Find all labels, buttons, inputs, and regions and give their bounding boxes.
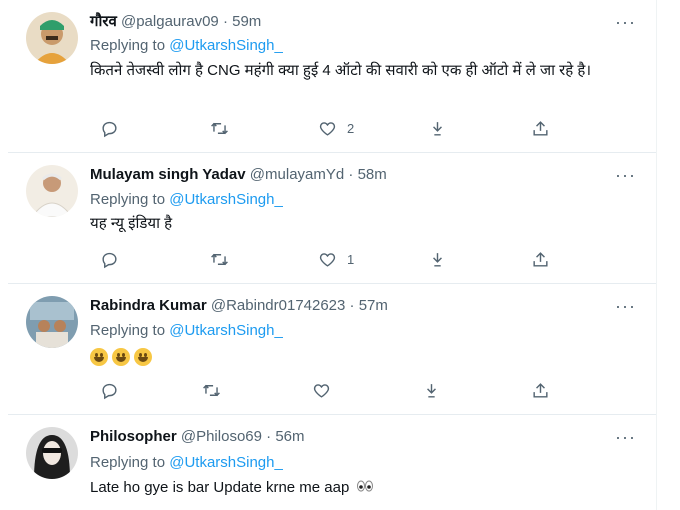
share-icon <box>533 382 548 398</box>
retweet-icon <box>203 384 220 396</box>
tweet[interactable]: Philosopher @Philoso69 · 56m ··· Replyin… <box>8 415 656 510</box>
replying-to-label: Replying to <box>90 191 166 208</box>
download-icon <box>433 252 442 267</box>
separator-dot: · <box>222 13 228 30</box>
username[interactable]: @mulayamYd <box>250 166 344 183</box>
like-icon <box>319 252 336 267</box>
replying-to: Replying to @UtkarshSingh_ <box>90 321 283 341</box>
username[interactable]: @Rabindr01742623 <box>211 297 346 314</box>
right-border <box>656 0 657 510</box>
like-button[interactable]: 1 <box>318 248 354 270</box>
reply-button[interactable] <box>100 379 119 401</box>
share-button[interactable] <box>531 379 550 401</box>
separator-dot: · <box>349 297 355 314</box>
like-button[interactable] <box>312 379 331 401</box>
like-icon <box>313 383 330 398</box>
retweet-icon <box>211 253 228 265</box>
reply-button[interactable] <box>100 248 119 270</box>
replying-to: Replying to @UtkarshSingh_ <box>90 453 283 473</box>
timestamp[interactable]: 57m <box>359 297 388 314</box>
action-bar: 2 <box>90 117 560 139</box>
separator-dot: · <box>266 428 272 445</box>
more-options-icon[interactable]: ··· <box>615 297 636 315</box>
like-count: 1 <box>347 251 355 267</box>
display-name[interactable]: Rabindra Kumar <box>90 297 207 314</box>
tweet-header: Rabindra Kumar @Rabindr01742623 · 57m <box>90 296 388 316</box>
replying-to-label: Replying to <box>90 322 166 339</box>
tweet-header: Philosopher @Philoso69 · 56m <box>90 427 305 447</box>
username[interactable]: @Philoso69 <box>181 428 262 445</box>
tweet-text-content: Late ho gye is bar Update krne me aap <box>90 479 350 496</box>
like-icon <box>319 121 336 136</box>
display-name[interactable]: Mulayam singh Yadav <box>90 166 246 183</box>
tweet-text: कितने तेजस्वी लोग है CNG महंगी क्या हुई … <box>90 62 592 79</box>
share-button[interactable] <box>531 248 550 270</box>
tweet-header: Mulayam singh Yadav @mulayamYd · 58m <box>90 165 387 185</box>
download-icon <box>433 121 442 136</box>
reply-icon <box>102 252 117 268</box>
reply-button[interactable] <box>100 117 119 139</box>
download-button[interactable] <box>422 379 441 401</box>
avatar[interactable] <box>26 12 78 64</box>
tweet-text: यह न्यू इंडिया है <box>90 215 173 232</box>
separator-dot: · <box>348 166 354 183</box>
retweet-button[interactable] <box>210 248 229 270</box>
avatar[interactable] <box>26 165 78 217</box>
tweet[interactable]: गौरव @palgaurav09 · 59m ··· Replying to … <box>8 0 656 152</box>
mention-link[interactable]: @UtkarshSingh_ <box>169 322 283 339</box>
display-name[interactable]: गौरव <box>90 13 117 30</box>
retweet-button[interactable] <box>210 117 229 139</box>
avatar[interactable] <box>26 427 78 479</box>
mention-link[interactable]: @UtkarshSingh_ <box>169 191 283 208</box>
download-button[interactable] <box>428 117 447 139</box>
more-options-icon[interactable]: ··· <box>615 166 636 184</box>
timestamp[interactable]: 56m <box>275 428 304 445</box>
replying-to: Replying to @UtkarshSingh_ <box>90 190 283 210</box>
replying-to-label: Replying to <box>90 37 166 54</box>
mention-link[interactable]: @UtkarshSingh_ <box>169 37 283 54</box>
retweet-icon <box>211 122 228 134</box>
tweet[interactable]: Rabindra Kumar @Rabindr01742623 · 57m ··… <box>8 284 656 414</box>
replying-to-label: Replying to <box>90 454 166 471</box>
like-button[interactable]: 2 <box>318 117 354 139</box>
tweet-text <box>90 345 650 369</box>
share-icon <box>533 251 548 267</box>
avatar[interactable] <box>26 296 78 348</box>
retweet-button[interactable] <box>202 379 221 401</box>
grinning-face-emoji <box>134 348 152 367</box>
grinning-face-emoji <box>112 348 130 367</box>
reply-icon <box>102 383 117 399</box>
display-name[interactable]: Philosopher <box>90 428 177 445</box>
replying-to: Replying to @UtkarshSingh_ <box>90 36 283 56</box>
more-options-icon[interactable]: ··· <box>615 13 636 31</box>
share-button[interactable] <box>531 117 550 139</box>
grinning-face-emoji <box>90 348 108 367</box>
eyes-emoji <box>356 476 374 500</box>
download-button[interactable] <box>428 248 447 270</box>
tweet-header: गौरव @palgaurav09 · 59m <box>90 12 261 32</box>
action-bar: 1 <box>90 248 560 270</box>
reply-icon <box>102 121 117 137</box>
share-icon <box>533 120 548 136</box>
tweet[interactable]: Mulayam singh Yadav @mulayamYd · 58m ···… <box>8 153 656 283</box>
download-icon <box>427 383 436 398</box>
tweet-text: Late ho gye is bar Update krne me aap <box>90 476 650 500</box>
more-options-icon[interactable]: ··· <box>615 428 636 446</box>
like-count: 2 <box>347 120 355 136</box>
mention-link[interactable]: @UtkarshSingh_ <box>169 454 283 471</box>
timestamp[interactable]: 58m <box>358 166 387 183</box>
timestamp[interactable]: 59m <box>232 13 261 30</box>
action-bar <box>90 379 560 401</box>
username[interactable]: @palgaurav09 <box>121 13 219 30</box>
